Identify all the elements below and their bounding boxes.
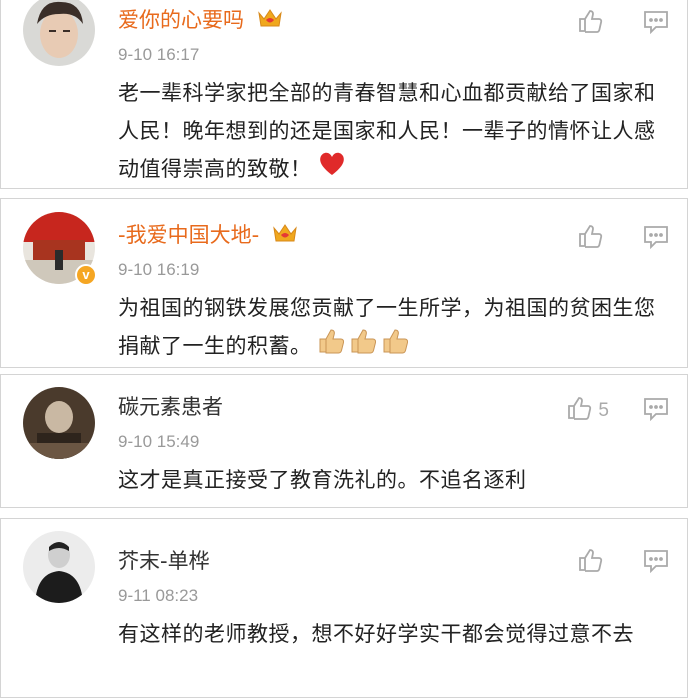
like-button[interactable] <box>577 223 609 255</box>
crown-icon <box>272 222 298 251</box>
avatar[interactable] <box>23 0 95 66</box>
username[interactable]: 芥末-单桦 <box>118 547 210 575</box>
comment-text: 有这样的老师教授，想不好好学实干都会觉得过意不去 <box>118 622 634 646</box>
like-button[interactable]: 5 <box>566 395 609 427</box>
heart-icon <box>318 151 346 189</box>
like-button[interactable] <box>577 8 609 40</box>
comment-text: 老一辈科学家把全部的青春智慧和心血都贡献给了国家和人民！晚年想到的还是国家和人民… <box>118 74 674 189</box>
comment-actions <box>577 223 669 255</box>
avatar[interactable] <box>23 387 95 459</box>
timestamp: 9-10 16:19 <box>118 260 200 279</box>
comment-text: 为祖国的钢铁发展您贡献了一生所学，为祖国的贫困生您捐献了一生的积蓄。 <box>118 289 674 367</box>
comment-actions: 5 <box>566 395 669 427</box>
username[interactable]: 碳元素患者 <box>118 393 223 421</box>
thumbs-up-icon <box>577 223 603 255</box>
verified-badge: v <box>75 264 97 286</box>
comment-text: 这才是真正接受了教育洗礼的。不追名逐利 <box>118 468 527 492</box>
reply-icon[interactable] <box>643 225 669 253</box>
username[interactable]: -我爱中国大地- <box>118 221 298 251</box>
thumbs-up-icon <box>577 8 603 40</box>
comment-card: 芥末-单桦 9-11 08:23 有这样的老师教授，想不好好学实干都会觉得过意不… <box>0 518 688 698</box>
reply-icon[interactable] <box>643 10 669 38</box>
comment-card: v -我爱中国大地- 9-10 16:19 为祖国的钢铁发展您贡献了一生所学，为… <box>0 198 688 368</box>
comment-card: 碳元素患者 9-10 15:49 这才是真正接受了教育洗礼的。不追名逐利 5 <box>0 374 688 508</box>
thumbs-up-emoji <box>318 327 414 367</box>
comment-card: 爱你的心要吗 9-10 16:17 老一辈科学家把全部的青春智慧和心血都贡献给了… <box>0 0 688 189</box>
comment-actions <box>577 8 669 40</box>
reply-icon[interactable] <box>643 397 669 425</box>
timestamp: 9-10 16:17 <box>118 45 200 64</box>
thumbs-up-icon <box>577 547 603 579</box>
username[interactable]: 爱你的心要吗 <box>118 6 283 36</box>
timestamp: 9-10 15:49 <box>118 432 200 451</box>
crown-icon <box>257 7 283 36</box>
comment-actions <box>577 547 669 579</box>
avatar[interactable] <box>23 531 95 603</box>
like-button[interactable] <box>577 547 609 579</box>
reply-icon[interactable] <box>643 549 669 577</box>
timestamp: 9-11 08:23 <box>118 586 199 605</box>
thumbs-up-icon <box>566 395 592 427</box>
like-count: 5 <box>598 400 609 421</box>
